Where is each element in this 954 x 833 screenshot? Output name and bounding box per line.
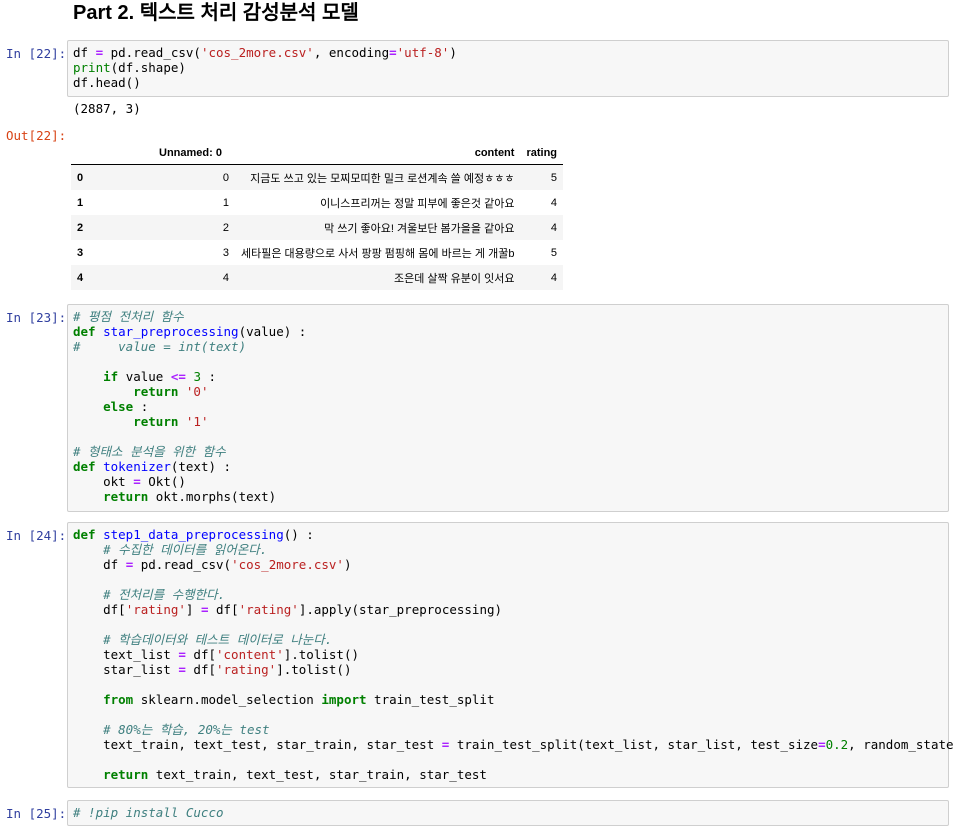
row-index: 0	[77, 171, 84, 184]
cell-unnamed: 0	[222, 171, 229, 184]
code-line: return '1'	[133, 414, 209, 429]
stdout-output: (2887, 3)	[73, 101, 141, 116]
code-line: df['rating'] = df['rating'].apply(star_p…	[73, 602, 503, 617]
cell-unnamed: 1	[222, 196, 229, 209]
code-line: def tokenizer(text) :	[73, 459, 232, 474]
column-header-rating: rating	[520, 142, 564, 165]
input-prompt-24: In [24]:	[6, 528, 67, 543]
cell-rating: 4	[550, 271, 558, 284]
cell-content: 이니스프리꺼는 정말 피부에 좋은것 같아요	[320, 197, 515, 210]
code-line: # 학습데이터와 테스트 데이터로 나눈다.	[103, 632, 333, 647]
table-header-row: Unnamed: 0 content rating	[71, 142, 564, 165]
column-header-content: content	[235, 142, 521, 165]
code-cell-24[interactable]: def step1_data_preprocessing() : # 수집한 데…	[67, 522, 954, 788]
code-line: # 수집한 데이터를 읽어온다.	[103, 542, 268, 557]
code-line: # value = int(text)	[73, 339, 247, 354]
cell-content: 막 쓰기 좋아요! 겨울보단 봄가을을 같아요	[324, 222, 515, 235]
code-line: # 전처리를 수행한다.	[103, 587, 226, 602]
table-row: 0 0 지금도 쓰고 있는 모찌모띠한 밀크 로션계속 쓸 예정ㅎㅎㅎ 5	[71, 164, 564, 190]
row-index: 1	[77, 196, 84, 209]
code-line: return '0'	[133, 384, 209, 399]
code-line: # 평점 전처리 함수	[73, 309, 184, 324]
code-line: # 80%는 학습, 20%는 test	[103, 722, 270, 737]
code-cell-25[interactable]: # !pip install Cucco	[67, 800, 949, 826]
row-index: 2	[77, 221, 84, 234]
section-heading: Part 2. 텍스트 처리 감성분석 모델	[73, 2, 359, 24]
code-line: if value <= 3 :	[103, 369, 217, 384]
column-header-index	[71, 142, 153, 165]
input-prompt-22: In [22]:	[6, 46, 67, 61]
cell-rating: 4	[550, 221, 558, 234]
cell-rating: 5	[550, 171, 558, 184]
code-cell-23[interactable]: # 평점 전처리 함수 def star_preprocessing(value)…	[67, 304, 949, 512]
code-editor[interactable]: # 평점 전처리 함수 def star_preprocessing(value)…	[73, 309, 943, 504]
dataframe-table: Unnamed: 0 content rating 0 0 지금도 쓰고 있는 모찌…	[71, 142, 564, 290]
code-line: text_list = df['content'].tolist()	[73, 647, 359, 662]
table-row: 4 4 조은데 살짝 유분이 잇서요 4	[71, 265, 564, 290]
code-editor[interactable]: df = pd.read_csv('cos_2more.csv', encodi…	[73, 45, 943, 90]
cell-content: 세타필은 대용량으로 사서 팡팡 펌핑해 몸에 바르는 게 개꿀b	[241, 247, 515, 260]
code-line: def step1_data_preprocessing() :	[73, 527, 314, 542]
cell-rating: 4	[550, 196, 558, 209]
code-line: okt = Okt()	[73, 474, 186, 489]
row-index: 3	[77, 246, 84, 259]
code-line: # !pip install Cucco	[73, 805, 224, 820]
code-line: print(df.shape)	[73, 60, 186, 75]
input-prompt-25: In [25]:	[6, 806, 67, 821]
code-line: text_train, text_test, star_train, star_…	[73, 737, 954, 752]
code-line: star_list = df['rating'].tolist()	[73, 662, 352, 677]
output-prompt-22: Out[22]:	[6, 128, 67, 143]
cell-content: 지금도 쓰고 있는 모찌모띠한 밀크 로션계속 쓸 예정ㅎㅎㅎ	[250, 172, 515, 185]
table-row: 2 2 막 쓰기 좋아요! 겨울보단 봄가을을 같아요 4	[71, 215, 564, 240]
code-line: from sklearn.model_selection import trai…	[103, 692, 495, 707]
code-line: df = pd.read_csv('cos_2more.csv', encodi…	[73, 45, 457, 60]
code-cell-22[interactable]: df = pd.read_csv('cos_2more.csv', encodi…	[67, 40, 949, 97]
cell-unnamed: 2	[222, 221, 229, 234]
cell-unnamed: 3	[222, 246, 229, 259]
code-line: return text_train, text_test, star_train…	[103, 767, 487, 782]
row-index: 4	[77, 271, 84, 284]
code-editor[interactable]: def step1_data_preprocessing() : # 수집한 데…	[73, 527, 954, 782]
table-row: 3 3 세타필은 대용량으로 사서 팡팡 펌핑해 몸에 바르는 게 개꿀b 5	[71, 240, 563, 265]
code-line: df.head()	[73, 75, 141, 90]
code-line: def star_preprocessing(value) :	[73, 324, 307, 339]
code-line: return okt.morphs(text)	[103, 489, 277, 504]
cell-content: 조은데 살짝 유분이 잇서요	[393, 272, 515, 285]
code-line: # 형태소 분석을 위한 함수	[73, 444, 226, 459]
table-row: 1 1 이니스프리꺼는 정말 피부에 좋은것 같아요 4	[71, 190, 563, 215]
code-line: else :	[103, 399, 149, 414]
code-line: df = pd.read_csv('cos_2more.csv')	[73, 557, 352, 572]
input-prompt-23: In [23]:	[6, 310, 67, 325]
column-header-unnamed: Unnamed: 0	[153, 142, 235, 165]
cell-unnamed: 4	[222, 271, 229, 284]
code-editor[interactable]: # !pip install Cucco	[73, 805, 943, 820]
cell-rating: 5	[550, 246, 558, 259]
